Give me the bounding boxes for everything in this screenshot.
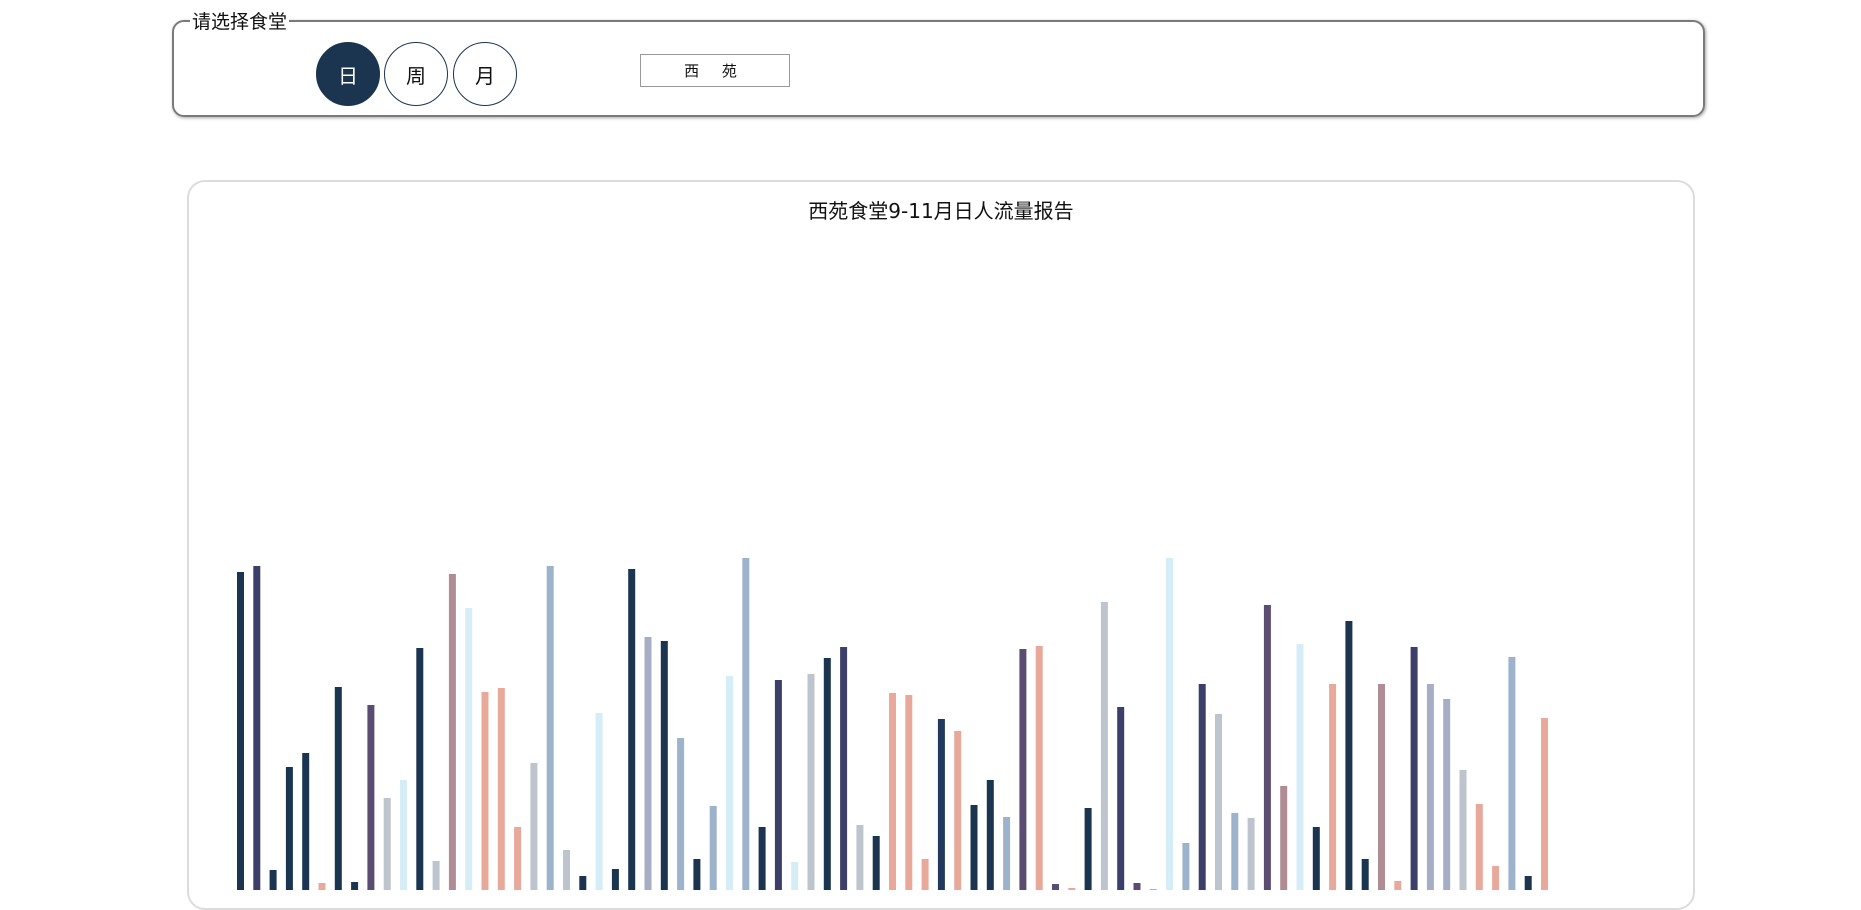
bar-66 [1312, 827, 1320, 890]
bar-71 [1394, 881, 1402, 890]
bar-31 [742, 558, 750, 890]
bar-38 [856, 825, 864, 890]
period-week-button[interactable]: 周 [384, 42, 448, 106]
bar-23 [611, 869, 619, 890]
period-day-button[interactable]: 日 [316, 42, 380, 106]
bar-72 [1410, 647, 1418, 890]
bar-42 [921, 859, 929, 890]
bar-4 [302, 753, 310, 890]
bar-12 [432, 861, 440, 890]
bar-58 [1182, 843, 1190, 890]
bar-47 [1003, 817, 1011, 890]
bar-1 [253, 566, 261, 890]
bar-5 [318, 883, 326, 890]
bar-40 [889, 693, 896, 890]
bar-64 [1280, 786, 1288, 890]
bar-49 [1035, 646, 1043, 890]
bar-56 [1149, 889, 1157, 890]
canteen-select[interactable]: 西 苑 [640, 54, 790, 87]
bar-36 [823, 658, 831, 890]
bar-18 [530, 763, 538, 890]
bar-35 [807, 674, 815, 890]
bar-76 [1475, 804, 1483, 890]
bar-53 [1100, 602, 1108, 890]
bar-48 [1019, 649, 1027, 890]
bar-65 [1296, 644, 1304, 890]
bar-20 [563, 850, 570, 890]
bar-41 [905, 695, 913, 890]
bar-2 [269, 870, 277, 890]
bar-30 [726, 676, 733, 890]
bar-67 [1329, 684, 1337, 890]
bar-73 [1426, 684, 1434, 890]
bar-0 [237, 572, 244, 890]
bar-8 [367, 705, 375, 890]
bar-22 [595, 713, 603, 890]
bar-24 [628, 569, 636, 890]
bar-60 [1215, 714, 1222, 890]
bar-39 [872, 836, 880, 890]
bar-54 [1117, 707, 1125, 890]
bar-77 [1492, 866, 1500, 890]
bar-25 [644, 637, 652, 890]
bar-14 [465, 608, 473, 890]
bar-78 [1508, 657, 1516, 890]
bar-7 [351, 882, 359, 890]
bar-9 [383, 798, 391, 890]
bar-57 [1166, 558, 1174, 890]
chart-card: 西苑食堂9-11月日人流量报告 [187, 180, 1695, 910]
bar-70 [1378, 684, 1385, 890]
bar-33 [774, 680, 782, 890]
bar-11 [416, 648, 424, 890]
bar-32 [758, 827, 766, 890]
bar-59 [1198, 684, 1206, 890]
bar-63 [1263, 605, 1271, 890]
bar-51 [1068, 888, 1076, 890]
bar-19 [546, 566, 554, 890]
bar-44 [954, 731, 962, 890]
bar-43 [937, 719, 945, 890]
bar-6 [334, 687, 342, 890]
bar-29 [709, 806, 717, 890]
bar-61 [1231, 813, 1239, 890]
bar-55 [1133, 883, 1141, 890]
bar-74 [1443, 699, 1451, 890]
bar-13 [448, 574, 456, 890]
bar-3 [285, 767, 293, 890]
bar-16 [497, 688, 505, 890]
bar-62 [1247, 818, 1255, 890]
bar-52 [1084, 808, 1092, 890]
bar-17 [514, 827, 522, 890]
bar-27 [677, 738, 685, 890]
canteen-filter-panel: 请选择食堂 日 周 月 西 苑 [172, 11, 1705, 117]
bar-37 [840, 647, 848, 890]
period-month-button[interactable]: 月 [453, 42, 517, 106]
bar-80 [1541, 718, 1548, 890]
bar-75 [1459, 770, 1467, 890]
filter-legend: 请选择食堂 [190, 11, 290, 33]
bar-69 [1361, 859, 1369, 890]
bar-15 [481, 692, 489, 890]
bar-26 [660, 641, 668, 890]
bar-10 [400, 780, 407, 890]
bar-28 [693, 859, 701, 890]
bar-34 [791, 862, 799, 890]
bar-chart [237, 558, 1548, 890]
bar-68 [1345, 621, 1353, 890]
bar-45 [970, 805, 978, 890]
bar-50 [1052, 884, 1059, 890]
bar-46 [986, 780, 994, 890]
